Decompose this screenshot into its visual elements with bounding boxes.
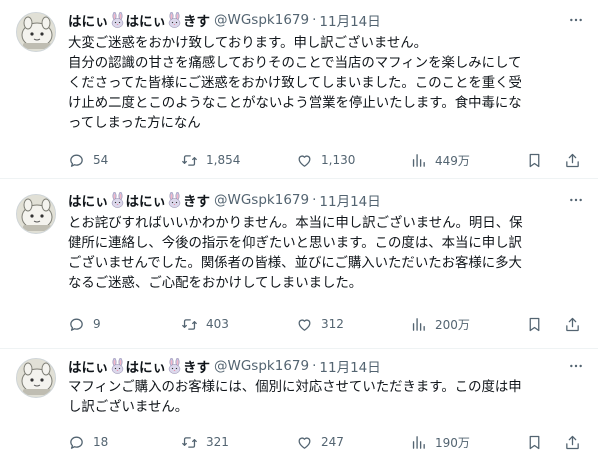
- like-button[interactable]: 312: [296, 314, 344, 334]
- bookmark-icon: [526, 152, 543, 169]
- retweet-arrows-icon: [181, 316, 198, 333]
- reply-button[interactable]: 18: [68, 432, 108, 452]
- views-button[interactable]: 190万: [410, 432, 470, 452]
- speech-bubble-icon: [68, 152, 85, 169]
- bookmark-button[interactable]: [526, 432, 543, 452]
- avatar[interactable]: [16, 194, 56, 234]
- tweet[interactable]: はにぃ はにぃ きす @WGspk1679 · 11月14日 マフィンご購入のお…: [0, 348, 598, 465]
- tweet-text: 大変ご迷惑をおかけ致しております。申し訳ございません。 自分の認識の甘さを痛感し…: [68, 36, 522, 131]
- tweet-header: はにぃ はにぃ きす @WGspk1679 · 11月14日: [68, 356, 381, 376]
- rabbit-face-icon: [167, 358, 182, 374]
- rabbit-face-icon: [167, 192, 182, 208]
- bar-chart-icon: [410, 152, 427, 169]
- more-dots-icon: [568, 192, 584, 208]
- user-handle[interactable]: @WGspk1679: [214, 12, 309, 28]
- display-name[interactable]: はにぃ はにぃ きす: [68, 356, 210, 376]
- more-options-button[interactable]: [566, 356, 586, 376]
- tweet-text: マフィンご購入のお客様には、個別に対応させていただきます。この度は申 し訳ござい…: [68, 380, 522, 415]
- heart-icon: [296, 316, 313, 333]
- more-options-button[interactable]: [566, 10, 586, 30]
- retweet-arrows-icon: [181, 152, 198, 169]
- bookmark-button[interactable]: [526, 314, 543, 334]
- views-button[interactable]: 200万: [410, 314, 470, 334]
- reply-button[interactable]: 54: [68, 150, 108, 170]
- tweet[interactable]: はにぃ はにぃ きす @WGspk1679 · 11月14日 とお詫びすればいい…: [0, 178, 598, 348]
- avatar[interactable]: [16, 358, 56, 398]
- timestamp[interactable]: 11月14日: [319, 10, 380, 30]
- heart-icon: [296, 434, 313, 451]
- reply-button[interactable]: 9: [68, 314, 101, 334]
- retweet-button[interactable]: 1,854: [181, 150, 240, 170]
- user-handle[interactable]: @WGspk1679: [214, 358, 309, 374]
- separator-dot: ·: [312, 12, 317, 28]
- more-dots-icon: [568, 12, 584, 28]
- retweet-button[interactable]: 403: [181, 314, 229, 334]
- tweet[interactable]: はにぃ はにぃ きす @WGspk1679 · 11月14日 大変ご迷惑をおかけ…: [0, 0, 598, 178]
- heart-icon: [296, 152, 313, 169]
- bookmark-button[interactable]: [526, 150, 543, 170]
- share-upload-icon: [564, 434, 581, 451]
- action-bar: 9 403 312 200万: [68, 314, 586, 334]
- bookmark-icon: [526, 434, 543, 451]
- tweet-header: はにぃ はにぃ きす @WGspk1679 · 11月14日: [68, 190, 381, 210]
- share-button[interactable]: [564, 432, 581, 452]
- display-name[interactable]: はにぃ はにぃ きす: [68, 10, 210, 30]
- separator-dot: ·: [312, 358, 317, 374]
- rabbit-face-icon: [110, 12, 125, 28]
- bar-chart-icon: [410, 316, 427, 333]
- avatar[interactable]: [16, 12, 56, 52]
- rabbit-face-icon: [110, 358, 125, 374]
- speech-bubble-icon: [68, 434, 85, 451]
- action-bar: 18 321 247 190万: [68, 432, 586, 452]
- tweet-header: はにぃ はにぃ きす @WGspk1679 · 11月14日: [68, 10, 381, 30]
- timestamp[interactable]: 11月14日: [319, 190, 380, 210]
- more-options-button[interactable]: [566, 190, 586, 210]
- tweet-text: とお詫びすればいいかわかりません。本当に申し訳ございません。明日、保 健所に連絡…: [68, 216, 523, 291]
- retweet-button[interactable]: 321: [181, 432, 229, 452]
- speech-bubble-icon: [68, 316, 85, 333]
- views-button[interactable]: 449万: [410, 150, 470, 170]
- retweet-arrows-icon: [181, 434, 198, 451]
- bookmark-icon: [526, 316, 543, 333]
- user-handle[interactable]: @WGspk1679: [214, 192, 309, 208]
- like-button[interactable]: 247: [296, 432, 344, 452]
- rabbit-face-icon: [110, 192, 125, 208]
- timestamp[interactable]: 11月14日: [319, 356, 380, 376]
- like-button[interactable]: 1,130: [296, 150, 355, 170]
- share-button[interactable]: [564, 150, 581, 170]
- display-name[interactable]: はにぃ はにぃ きす: [68, 190, 210, 210]
- separator-dot: ·: [312, 192, 317, 208]
- bar-chart-icon: [410, 434, 427, 451]
- share-upload-icon: [564, 152, 581, 169]
- more-dots-icon: [568, 358, 584, 374]
- rabbit-face-icon: [167, 12, 182, 28]
- action-bar: 54 1,854 1,130 449万: [68, 150, 586, 170]
- share-button[interactable]: [564, 314, 581, 334]
- share-upload-icon: [564, 316, 581, 333]
